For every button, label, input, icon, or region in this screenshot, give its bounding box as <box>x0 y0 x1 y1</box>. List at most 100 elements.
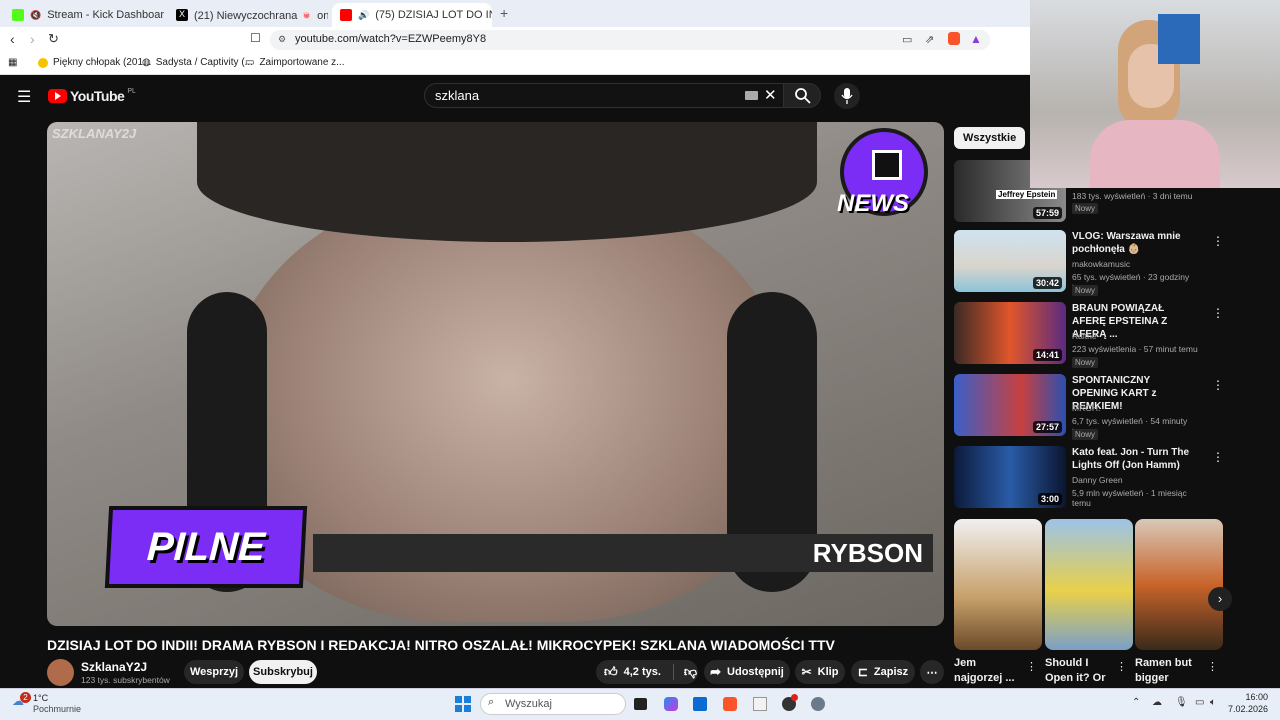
video-thumbnail: 14:41 <box>954 302 1066 364</box>
taskbar-search[interactable]: Wyszukaj <box>480 693 626 715</box>
new-badge: Nowy <box>1072 285 1099 296</box>
url-field[interactable]: youtube.com/watch?v=EZWPeemy8Y8 <box>270 30 990 50</box>
more-options-icon[interactable]: ⋮ <box>1212 306 1224 320</box>
tab-youtube[interactable]: 🔊 (75) DZISIAJ LOT DO INDII! D ✕ <box>332 3 492 27</box>
share-icon[interactable]: ⇗ <box>925 33 934 46</box>
volume-tray-icon[interactable]: 🔈︎ <box>1210 697 1216 708</box>
x-icon: X <box>176 9 188 21</box>
bookmark-icon[interactable]: ☐ <box>250 31 261 45</box>
bookmark-label: Piękny chłopak (201... <box>53 57 152 68</box>
more-options-icon[interactable]: ⋮ <box>1026 660 1037 673</box>
new-badge: Nowy <box>1072 429 1099 440</box>
video-meta: 5,9 mln wyświetleń · 1 miesiąc temu <box>1072 488 1187 508</box>
more-actions-button[interactable]: ⋯ <box>920 660 944 684</box>
video-meta: 183 tys. wyświetleń · 3 dni temu <box>1072 191 1193 201</box>
network-tray-icon[interactable]: ☁ <box>1152 697 1162 708</box>
k-logo-icon <box>872 150 902 180</box>
short-thumbnail[interactable] <box>1135 519 1223 650</box>
brave-rewards-icon[interactable]: ▲ <box>970 32 982 46</box>
filter-chip-all[interactable]: Wszystkie <box>954 127 1026 149</box>
copilot-icon[interactable] <box>664 697 678 711</box>
subscribe-button[interactable]: Subskrybuj <box>249 660 317 684</box>
more-options-icon[interactable]: ⋮ <box>1116 660 1127 673</box>
recommendation-item[interactable]: 14:41 BRAUN POWIĄZAŁ AFERĘ EPSTEINA Z AF… <box>954 302 1224 368</box>
duration: 57:59 <box>1032 207 1062 219</box>
search-icon: ⌕ <box>488 696 495 708</box>
recommendation-item[interactable]: 27:57 SPONTANICZNY OPENING KART z REMKIE… <box>954 374 1224 440</box>
short-thumbnail[interactable] <box>1045 519 1133 650</box>
recommendation-item[interactable]: 3:00 Kato feat. Jon - Turn The Lights Of… <box>954 446 1224 510</box>
more-options-icon[interactable]: ⋮ <box>1207 660 1218 673</box>
search-input[interactable]: szklana <box>424 83 784 108</box>
bookmark-item[interactable]: Piękny chłopak (201... <box>38 57 151 68</box>
notepad-icon[interactable] <box>753 697 767 711</box>
video-title: VLOG: Warszawa mnie pochłonęła 👶🏼 <box>1072 231 1181 255</box>
bookmark-item[interactable]: ◍ Sadysta / Captivity (... <box>142 57 253 68</box>
clock-time[interactable]: 16:00 <box>1236 692 1268 702</box>
start-icon[interactable] <box>455 696 471 712</box>
video-title: Kato feat. Jon - Turn The Lights Off (Jo… <box>1072 447 1190 471</box>
settings-icon[interactable] <box>811 697 825 711</box>
pilne-label: PILNE <box>145 524 267 569</box>
brave-shield-icon[interactable] <box>948 32 960 45</box>
short-title[interactable]: Jem najgorzej ... <box>954 656 1024 686</box>
save-label: Zapisz <box>873 666 909 678</box>
forward-icon[interactable]: › <box>30 31 35 47</box>
reload-icon[interactable]: ↻ <box>48 31 59 47</box>
menu-icon[interactable]: ☰ <box>17 87 31 107</box>
task-view-icon[interactable] <box>634 698 647 710</box>
app-badge <box>791 694 798 701</box>
clip-button[interactable]: ✂ Klip <box>795 660 845 684</box>
duration: 30:42 <box>1032 277 1062 289</box>
region-label: PL <box>127 87 136 95</box>
brave-icon[interactable] <box>723 697 737 711</box>
tab-label: Stream - Kick Dashboard <box>47 9 164 21</box>
bookmark-folder[interactable]: ▭ Zaimportowane z... <box>245 57 345 68</box>
more-options-icon[interactable]: ⋮ <box>1212 450 1224 464</box>
more-options-icon[interactable]: ⋮ <box>1212 234 1224 248</box>
search-button[interactable] <box>783 83 821 108</box>
short-thumbnail[interactable] <box>954 519 1042 650</box>
share-button[interactable]: ➦ Udostępnij <box>704 660 790 684</box>
like-dislike-group: 👍︎ 4,2 tys. 👎︎ <box>596 660 698 684</box>
display-tray-icon[interactable]: ▭ <box>1195 697 1204 708</box>
video-thumbnail: 30:42 <box>954 230 1066 292</box>
more-options-icon[interactable]: ⋮ <box>1212 378 1224 392</box>
video-player[interactable]: SZKLANAY2J NEWS RYBSON PILNE <box>47 122 944 626</box>
voice-search-button[interactable] <box>834 83 860 109</box>
like-count[interactable]: 4,2 tys. <box>624 666 661 678</box>
video-thumbnail: 27:57 <box>954 374 1066 436</box>
store-icon[interactable] <box>693 697 707 711</box>
keyboard-icon[interactable] <box>745 91 758 100</box>
duration: 27:57 <box>1032 421 1062 433</box>
save-icon: ⊏ <box>857 665 868 679</box>
tab-kick[interactable]: 🔇 Stream - Kick Dashboard <box>4 3 164 27</box>
site-info-icon[interactable]: ⚙ <box>278 34 286 45</box>
tab-label: (75) DZISIAJ LOT DO INDII! D <box>375 9 492 21</box>
dislike-icon[interactable]: 👎︎ <box>684 664 697 680</box>
save-button[interactable]: ⊏ Zapisz <box>851 660 915 684</box>
shorts-next-button[interactable]: › <box>1208 587 1232 611</box>
apps-icon[interactable]: ▦ <box>8 57 17 68</box>
video-meta: 223 wyświetlenia · 57 minut temu <box>1072 344 1198 354</box>
new-tab-button[interactable]: + <box>500 5 508 21</box>
divider <box>672 664 674 680</box>
clip-label: Klip <box>817 666 839 678</box>
tray-chevron-icon[interactable]: ⌃ <box>1132 697 1140 708</box>
tab-x[interactable]: X (21) Niewyczochrana 🍬 on X: "Wyz <box>168 3 328 27</box>
youtube-logo[interactable]: YouTube PL <box>48 88 136 104</box>
cast-icon[interactable]: ▭ <box>902 33 912 46</box>
clear-search-icon[interactable]: ✕ <box>764 86 777 104</box>
clock-date[interactable]: 7.02.2026 <box>1222 704 1268 714</box>
back-icon[interactable]: ‹ <box>10 31 15 47</box>
channel-avatar[interactable] <box>47 659 74 686</box>
mic-tray-icon[interactable]: 🎙︎ <box>1175 697 1188 708</box>
webcam-body <box>1090 120 1220 188</box>
channel-name[interactable]: SzklanaY2J <box>81 660 147 674</box>
short-title[interactable]: Ramen but bigger <box>1135 656 1205 686</box>
new-badge: Nowy <box>1072 203 1099 214</box>
support-button[interactable]: Wesprzyj <box>184 660 244 684</box>
play-logo-icon <box>48 89 67 103</box>
recommendation-item[interactable]: 30:42 VLOG: Warszawa mnie pochłonęła 👶🏼 … <box>954 230 1224 296</box>
like-icon[interactable]: 👍︎ <box>604 664 618 680</box>
